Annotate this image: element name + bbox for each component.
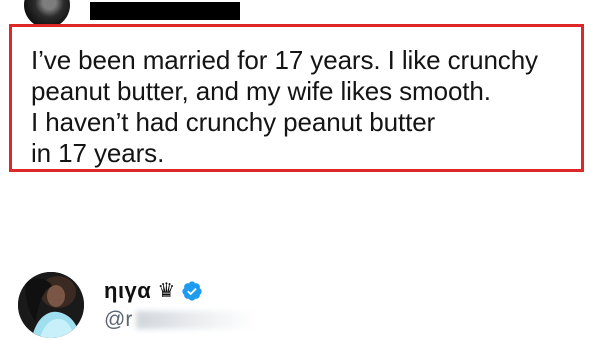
highlighted-tweet: I’ve been married for 17 years. I like c… [9, 24, 584, 172]
tweet-line: I haven’t had crunchy peanut butter [31, 107, 436, 137]
profile-avatar[interactable] [18, 272, 84, 338]
tweet-line: peanut butter, and my wife likes smooth. [31, 76, 491, 106]
tweet-text: I’ve been married for 17 years. I like c… [31, 45, 538, 169]
avatar-photo [18, 272, 84, 338]
user-handle[interactable]: @r [104, 308, 257, 332]
verified-badge-icon [182, 281, 202, 301]
redacted-username [90, 2, 240, 20]
display-name[interactable]: ηιγα [104, 278, 151, 304]
profile-name-row: ηιγα ♛ [104, 277, 203, 305]
handle-blurred-part [136, 311, 257, 330]
crown-icon: ♛ [157, 280, 176, 302]
tweet-line: in 17 years. [31, 138, 165, 168]
screenshot-canvas: I’ve been married for 17 years. I like c… [0, 0, 600, 340]
tweet-line: I’ve been married for 17 years. I like c… [31, 45, 538, 75]
handle-text: @r [104, 308, 133, 331]
